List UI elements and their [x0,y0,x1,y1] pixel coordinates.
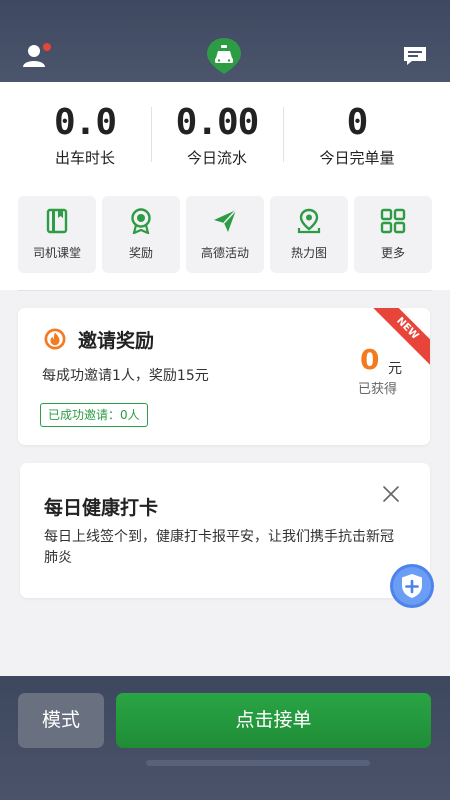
top-bar [0,0,450,82]
tile-label: 奖励 [128,246,153,260]
tile-more[interactable]: 更多 [354,196,432,273]
health-description: 每日上线签个到，健康打卡报平安，让我们携手抗击新冠肺炎 [44,529,394,566]
stat-label: 出车时长 [54,149,115,167]
stat-label: 今日完单量 [319,149,395,167]
stat-value: 0 [346,102,369,143]
bottom-bar: 模式 点击接单 [0,676,450,800]
stat-today-orders: 0 今日完单量 [282,102,432,168]
user-profile-icon[interactable] [22,42,52,70]
invite-description: 每成功邀请1人，奖励15元 [42,368,209,384]
stat-value: 0.0 [53,102,117,143]
tile-label: 高德活动 [200,246,249,260]
medal-icon [131,208,151,234]
tile-driver-class[interactable]: 司机课堂 [18,196,96,273]
earned-amount: 0 [360,343,380,376]
mode-button[interactable]: 模式 [18,693,104,748]
tile-heat-map[interactable]: 热力图 [270,196,348,273]
home-indicator [146,760,370,766]
tile-label: 司机课堂 [32,246,81,260]
health-title: 每日健康打卡 [44,497,159,519]
stats-panel: 0.0 出车时长 0.00 今日流水 0 今日完单量 [0,82,450,182]
grid-icon [380,208,406,234]
tile-label: 热力图 [290,246,327,260]
stat-today-revenue: 0.00 今日流水 [142,102,292,168]
health-checkin-card[interactable]: 每日健康打卡 每日上线签个到，健康打卡报平安，让我们携手抗击新冠肺炎 [20,463,430,598]
stat-online-duration: 0.0 出车时长 [10,102,160,168]
tile-rewards[interactable]: 奖励 [102,196,180,273]
map-pin-icon [297,208,321,234]
stat-value: 0.00 [175,102,260,143]
section-divider [18,290,432,291]
tile-amap-activity[interactable]: 高德活动 [186,196,264,273]
invited-count-badge: 已成功邀请：0人 [40,403,148,427]
earned-unit: 元 [388,361,402,377]
message-icon[interactable] [402,45,428,67]
book-icon [46,208,68,234]
tile-label: 更多 [380,246,405,260]
invite-title: 邀请奖励 [78,330,155,352]
earned-label: 已获得 [358,382,398,397]
taxi-logo-icon [207,38,241,74]
shield-add-icon[interactable] [386,563,438,609]
paper-plane-icon [214,209,237,232]
close-icon[interactable] [382,485,400,503]
flame-icon [44,328,66,350]
stat-label: 今日流水 [186,149,247,167]
invite-reward-card[interactable]: 邀请奖励 NEW 每成功邀请1人，奖励15元 已成功邀请：0人 0 元 已获得 [18,308,430,445]
take-order-button[interactable]: 点击接单 [116,693,431,748]
feature-grid: 司机课堂 奖励 高德活动 热力图 更多 [0,182,450,290]
